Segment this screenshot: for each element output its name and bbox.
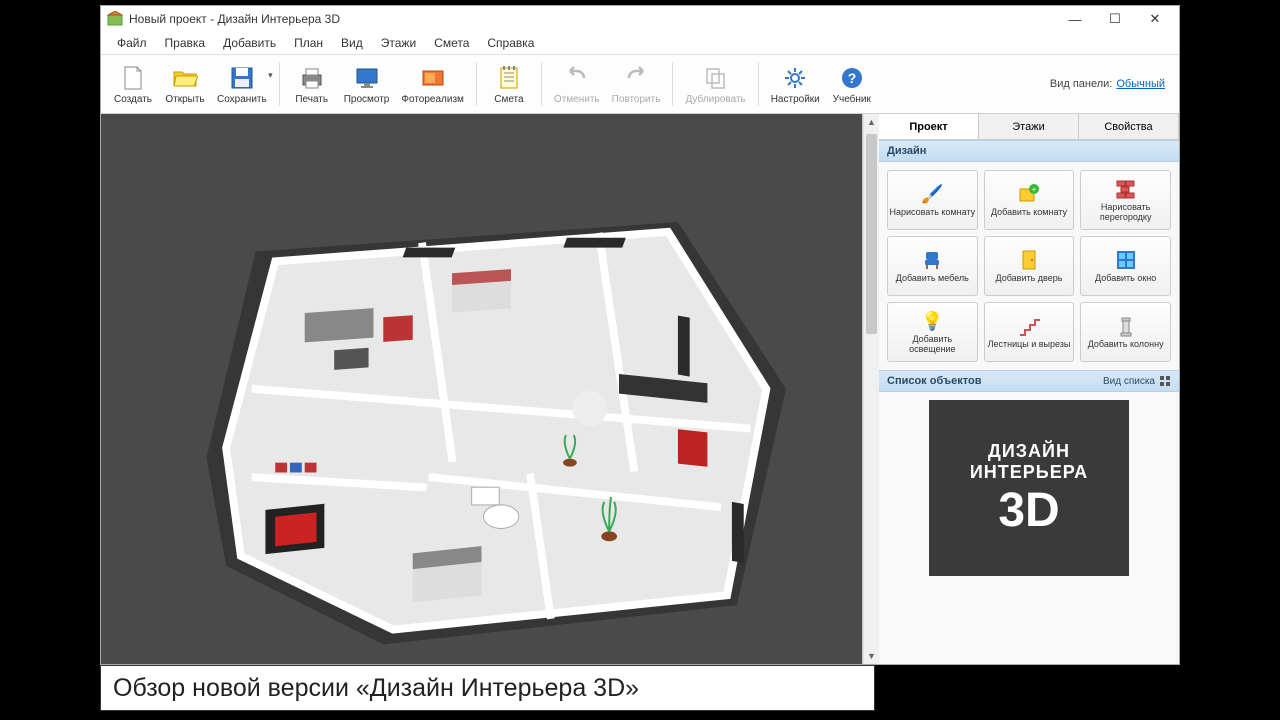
svg-text:+: + (1032, 185, 1037, 194)
printer-icon (298, 64, 326, 92)
room-add-icon: + (1017, 182, 1041, 206)
add-furniture-button[interactable]: Добавить мебель (887, 236, 978, 296)
maximize-button[interactable]: ☐ (1095, 7, 1135, 31)
section-design-header: Дизайн (879, 140, 1179, 162)
side-tabs: Проект Этажи Свойства (879, 114, 1179, 140)
draw-room-button[interactable]: 🖌️Нарисовать комнату (887, 170, 978, 230)
list-view-icon (1159, 375, 1171, 387)
toolbar-separator (672, 62, 673, 106)
scroll-down-icon[interactable]: ▼ (864, 648, 879, 664)
wall-icon (1114, 177, 1138, 201)
settings-button[interactable]: Настройки (765, 56, 826, 112)
redo-icon (622, 64, 650, 92)
side-panel: Проект Этажи Свойства Дизайн 🖌️Нарисоват… (879, 114, 1179, 664)
app-window: Новый проект - Дизайн Интерьера 3D — ☐ ✕… (100, 5, 1180, 665)
close-button[interactable]: ✕ (1135, 7, 1175, 31)
toolbar-separator (541, 62, 542, 106)
3d-viewport[interactable] (101, 114, 863, 664)
svg-text:?: ? (847, 70, 856, 86)
scroll-up-icon[interactable]: ▲ (864, 114, 879, 130)
promo-banner: ДИЗАЙН ИНТЕРЬЕРА 3D (929, 400, 1129, 576)
add-column-button[interactable]: Добавить колонну (1080, 302, 1171, 362)
save-button[interactable]: Сохранить▾ (211, 56, 273, 112)
tutorial-button[interactable]: ?Учебник (826, 56, 878, 112)
scrollbar-thumb[interactable] (866, 134, 877, 334)
toolbar: Создать Открыть Сохранить▾ Печать Просмо… (101, 54, 1179, 114)
window-icon (1114, 248, 1138, 272)
new-file-icon (119, 64, 147, 92)
duplicate-button[interactable]: Дублировать (679, 56, 751, 112)
monitor-icon (353, 64, 381, 92)
menu-view[interactable]: Вид (333, 34, 371, 52)
dropdown-arrow-icon: ▾ (268, 70, 273, 81)
tab-floors[interactable]: Этажи (979, 114, 1079, 139)
chair-icon (920, 248, 944, 272)
panel-type-link[interactable]: Обычный (1116, 78, 1165, 90)
toolbar-separator (476, 62, 477, 106)
viewport-scrollbar[interactable]: ▲ ▼ (863, 114, 879, 664)
help-icon: ? (838, 64, 866, 92)
photoreal-button[interactable]: Фотореализм (395, 56, 470, 112)
preview-button[interactable]: Просмотр (338, 56, 396, 112)
undo-button[interactable]: Отменить (548, 56, 606, 112)
render-icon (419, 64, 447, 92)
undo-icon (563, 64, 591, 92)
add-window-button[interactable]: Добавить окно (1080, 236, 1171, 296)
add-door-button[interactable]: Добавить дверь (984, 236, 1075, 296)
menu-add[interactable]: Добавить (215, 34, 284, 52)
tab-properties[interactable]: Свойства (1079, 114, 1179, 139)
titlebar: Новый проект - Дизайн Интерьера 3D — ☐ ✕ (101, 6, 1179, 32)
save-icon (228, 64, 256, 92)
estimate-button[interactable]: Смета (483, 56, 535, 112)
notepad-icon (495, 64, 523, 92)
menu-floors[interactable]: Этажи (373, 34, 424, 52)
brush-icon: 🖌️ (920, 182, 944, 206)
content-area: ▲ ▼ Проект Этажи Свойства Дизайн 🖌️Нарис… (101, 114, 1179, 664)
print-button[interactable]: Печать (286, 56, 338, 112)
duplicate-icon (702, 64, 730, 92)
list-view-toggle[interactable]: Вид списка (1103, 375, 1171, 387)
menu-edit[interactable]: Правка (157, 34, 214, 52)
toolbar-separator (279, 62, 280, 106)
gear-icon (781, 64, 809, 92)
add-room-button[interactable]: +Добавить комнату (984, 170, 1075, 230)
object-list: ДИЗАЙН ИНТЕРЬЕРА 3D (879, 392, 1179, 664)
stairs-icon (1017, 314, 1041, 338)
menu-file[interactable]: Файл (109, 34, 155, 52)
add-lighting-button[interactable]: 💡Добавить освещение (887, 302, 978, 362)
menu-estimate[interactable]: Смета (426, 34, 477, 52)
minimize-button[interactable]: — (1055, 7, 1095, 31)
design-grid: 🖌️Нарисовать комнату +Добавить комнату Н… (879, 162, 1179, 370)
draw-partition-button[interactable]: Нарисовать перегородку (1080, 170, 1171, 230)
tab-project[interactable]: Проект (879, 114, 979, 139)
create-button[interactable]: Создать (107, 56, 159, 112)
redo-button[interactable]: Повторить (606, 56, 667, 112)
menubar: Файл Правка Добавить План Вид Этажи Смет… (101, 32, 1179, 54)
panel-type-label: Вид панели:Обычный (1050, 78, 1173, 90)
stairs-button[interactable]: Лестницы и вырезы (984, 302, 1075, 362)
menu-help[interactable]: Справка (479, 34, 542, 52)
window-title: Новый проект - Дизайн Интерьера 3D (129, 12, 1055, 26)
app-icon (107, 11, 123, 27)
video-caption: Обзор новой версии «Дизайн Интерьера 3D» (100, 665, 875, 711)
toolbar-separator (758, 62, 759, 106)
bulb-icon: 💡 (920, 309, 944, 333)
column-icon (1114, 314, 1138, 338)
door-icon (1017, 248, 1041, 272)
menu-plan[interactable]: План (286, 34, 331, 52)
folder-open-icon (171, 64, 199, 92)
open-button[interactable]: Открыть (159, 56, 211, 112)
section-objects-header: Список объектовВид списка (879, 370, 1179, 392)
